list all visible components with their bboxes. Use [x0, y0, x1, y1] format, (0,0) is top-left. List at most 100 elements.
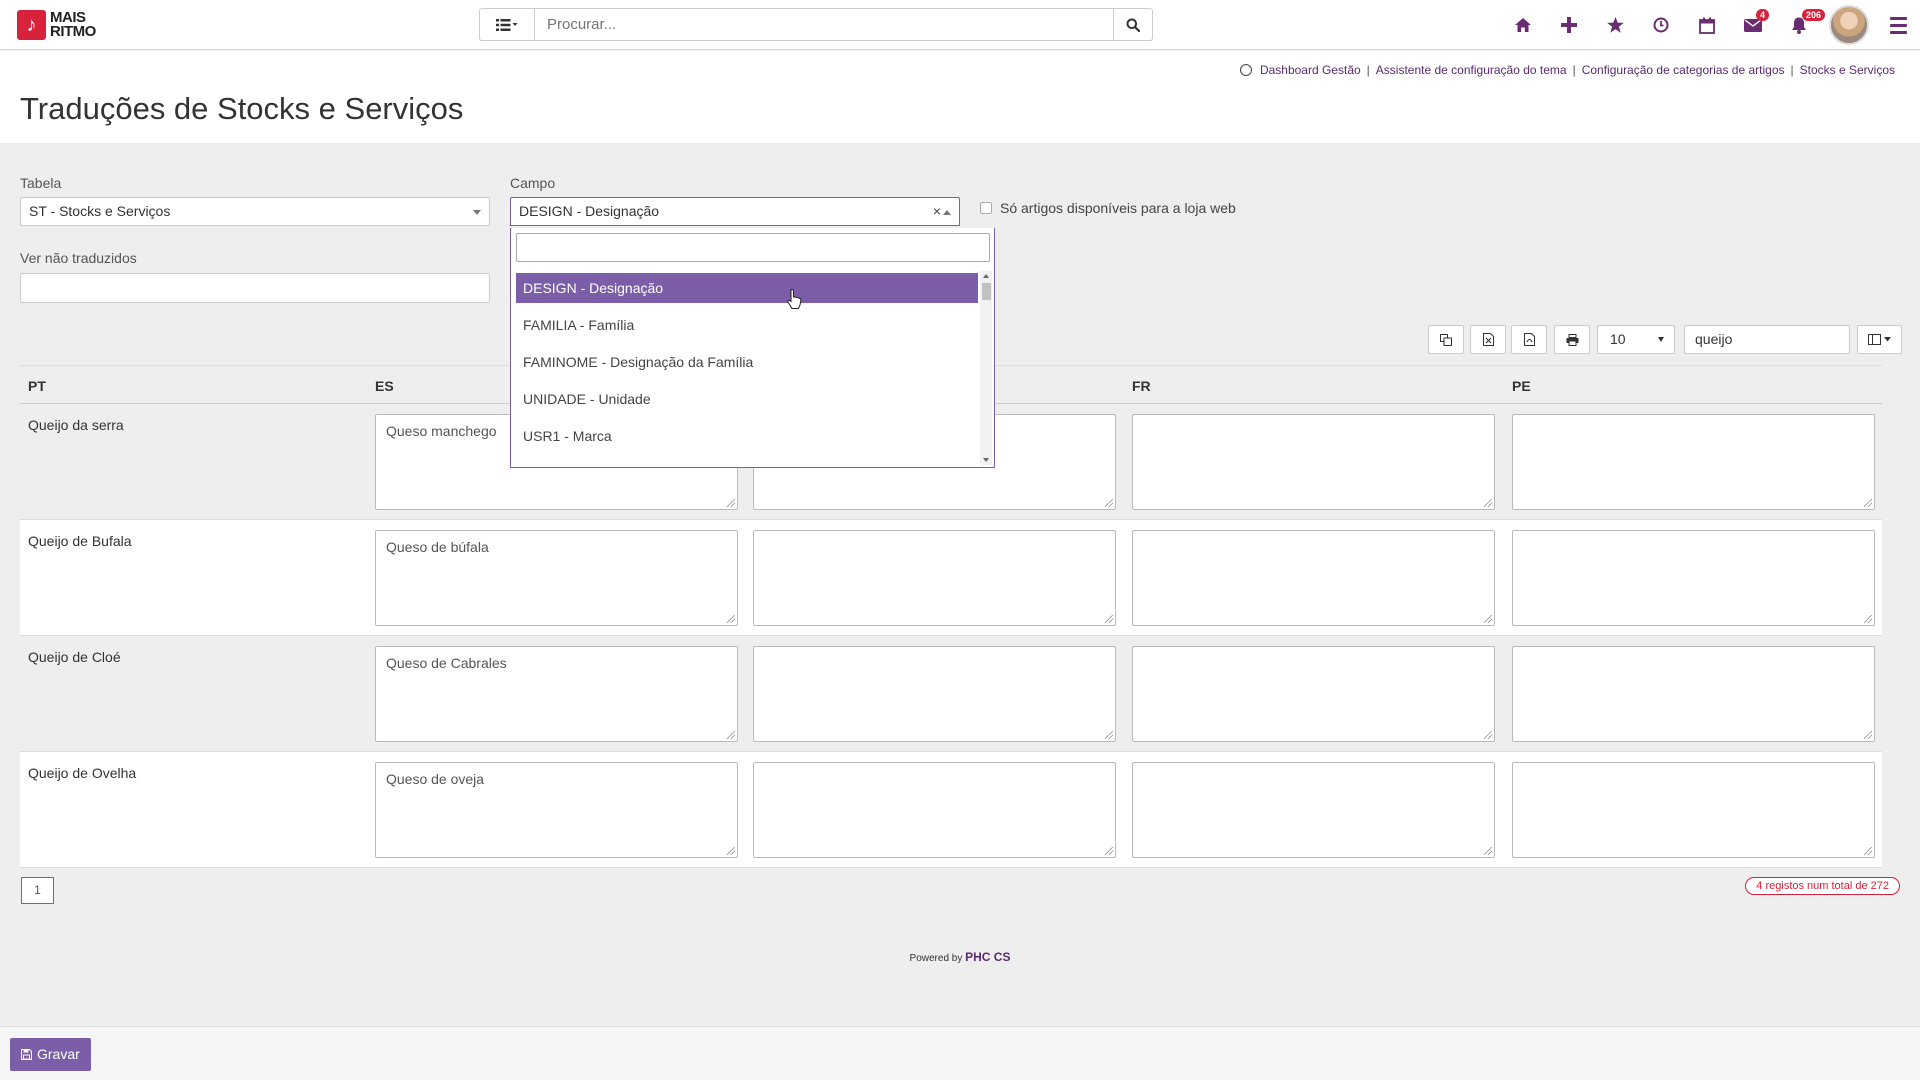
resize-grip-icon[interactable] [1864, 499, 1872, 507]
fr-translation-field[interactable] [1132, 646, 1495, 742]
dropdown-option[interactable]: UNIDADE - Unidade [516, 384, 978, 421]
pe-translation-field[interactable] [1512, 762, 1875, 858]
campo-dropdown-panel: DESIGN - Designação FAMILIA - Família FA… [510, 228, 995, 468]
add-button[interactable] [1546, 0, 1592, 50]
fr-translation-field[interactable] [1132, 530, 1495, 626]
save-button-label: Gravar [37, 1046, 80, 1062]
resize-grip-icon[interactable] [727, 615, 735, 623]
pe-translation-field[interactable] [1512, 646, 1875, 742]
column-header-fr[interactable]: FR [1132, 378, 1151, 394]
tabela-select[interactable]: ST - Stocks e Serviços [20, 197, 490, 226]
dropdown-option[interactable]: FAMILIA - Família [516, 310, 978, 347]
resize-grip-icon[interactable] [1484, 499, 1492, 507]
search-input[interactable] [534, 8, 1114, 41]
fr-translation-field[interactable] [1132, 762, 1495, 858]
resize-grip-icon[interactable] [1105, 499, 1113, 507]
resize-grip-icon[interactable] [1105, 615, 1113, 623]
tabela-select-value: ST - Stocks e Serviços [29, 203, 171, 219]
copy-button[interactable] [1428, 325, 1464, 354]
print-button[interactable] [1554, 325, 1590, 354]
pe-translation-field[interactable] [1512, 530, 1875, 626]
app-logo[interactable]: ♪ MAIS RITMO [17, 10, 96, 40]
resize-grip-icon[interactable] [727, 847, 735, 855]
resize-grip-icon[interactable] [1484, 731, 1492, 739]
column-header-pt[interactable]: PT [28, 378, 46, 394]
table-row: Queijo de Cloé Queso de Cabrales [20, 636, 1882, 752]
pt-cell: Queijo de Bufala [28, 533, 132, 549]
resize-grip-icon[interactable] [1864, 731, 1872, 739]
search-button[interactable] [1114, 8, 1153, 41]
column-visibility-button[interactable] [1857, 325, 1902, 354]
resize-grip-icon[interactable] [1864, 847, 1872, 855]
es-translation-field[interactable]: Queso de oveja [375, 762, 738, 858]
clock-icon [1653, 17, 1669, 33]
page-title: Traduções de Stocks e Serviços [20, 91, 464, 126]
dropdown-scrollbar[interactable] [980, 271, 992, 465]
resize-grip-icon[interactable] [1105, 847, 1113, 855]
pe-translation-field[interactable] [1512, 414, 1875, 510]
page-size-select[interactable]: 10 [1597, 325, 1675, 354]
es-translation-field[interactable]: Queso de Cabrales [375, 646, 738, 742]
webstore-only-checkbox[interactable] [980, 202, 992, 214]
export-pdf-button[interactable] [1511, 325, 1547, 354]
copy-icon [1440, 333, 1452, 346]
resize-grip-icon[interactable] [1864, 615, 1872, 623]
clear-selection-icon[interactable]: × [933, 198, 941, 225]
powered-by-brand[interactable]: PHC CS [965, 950, 1010, 964]
floppy-disk-icon [21, 1049, 32, 1060]
chevron-up-icon [943, 210, 951, 215]
resize-grip-icon[interactable] [1105, 731, 1113, 739]
save-button[interactable]: Gravar [10, 1038, 91, 1071]
resize-grip-icon[interactable] [727, 731, 735, 739]
notifications-button[interactable]: 206 [1776, 0, 1826, 50]
breadcrumb-item[interactable]: Configuração de categorias de artigos [1582, 63, 1785, 77]
nao-traduzidos-input[interactable] [20, 273, 490, 303]
top-navbar: ♪ MAIS RITMO Procurar... 4 206 [0, 0, 1920, 50]
campo-label: Campo [510, 175, 556, 191]
home-button[interactable] [1500, 0, 1546, 50]
excel-file-icon [1482, 333, 1494, 346]
scroll-thumb[interactable] [982, 283, 991, 300]
dropdown-option[interactable]: FAMINOME - Designação da Família [516, 347, 978, 384]
powered-by-text: Powered by [909, 953, 963, 964]
user-avatar[interactable] [1829, 5, 1869, 45]
table-row: Queijo de Ovelha Queso de oveja [20, 752, 1882, 868]
pdf-file-icon [1523, 333, 1535, 346]
export-excel-button[interactable] [1470, 325, 1506, 354]
column-header-es[interactable]: ES [375, 378, 394, 394]
messages-button[interactable]: 4 [1730, 0, 1776, 50]
webstore-only-label[interactable]: Só artigos disponíveis para a loja web [1000, 200, 1236, 216]
es-translation-field[interactable]: Queso de búfala [375, 530, 738, 626]
logo-note-icon: ♪ [17, 10, 46, 40]
resize-grip-icon[interactable] [1484, 847, 1492, 855]
breadcrumb-item[interactable]: Dashboard Gestão [1260, 63, 1361, 77]
search-scope-dropdown[interactable] [479, 8, 534, 41]
breadcrumb-item[interactable]: Stocks e Serviços [1800, 63, 1895, 77]
history-button[interactable] [1638, 0, 1684, 50]
page-number-button[interactable]: 1 [21, 877, 54, 904]
dropdown-search-input[interactable] [516, 233, 990, 262]
breadcrumb-item[interactable]: Assistente de configuração do tema [1376, 63, 1567, 77]
dropdown-option[interactable]: DESIGN - Designação [516, 273, 978, 303]
resize-grip-icon[interactable] [727, 499, 735, 507]
recent-clock-icon [1239, 64, 1252, 76]
en-translation-field[interactable] [753, 762, 1116, 858]
hamburger-icon[interactable] [1876, 0, 1920, 50]
table-filter-input[interactable]: queijo [1684, 325, 1850, 354]
resize-grip-icon[interactable] [1484, 615, 1492, 623]
list-icon [496, 18, 518, 31]
campo-select[interactable]: DESIGN - Designação × [510, 197, 960, 226]
en-translation-field[interactable] [753, 530, 1116, 626]
scroll-down-arrow-icon[interactable] [983, 458, 989, 462]
calendar-button[interactable] [1684, 0, 1730, 50]
mouse-pointer-hand-icon [787, 289, 802, 309]
logo-text-line2: RITMO [50, 23, 96, 40]
en-translation-field[interactable] [753, 646, 1116, 742]
favorites-button[interactable] [1592, 0, 1638, 50]
column-header-pe[interactable]: PE [1512, 378, 1531, 394]
tabela-label: Tabela [20, 175, 62, 191]
scroll-up-arrow-icon[interactable] [983, 274, 989, 278]
dropdown-option[interactable]: USR1 - Marca [516, 421, 978, 458]
fr-translation-field[interactable] [1132, 414, 1495, 510]
records-count-badge: 4 registos num total de 272 [1745, 877, 1900, 895]
